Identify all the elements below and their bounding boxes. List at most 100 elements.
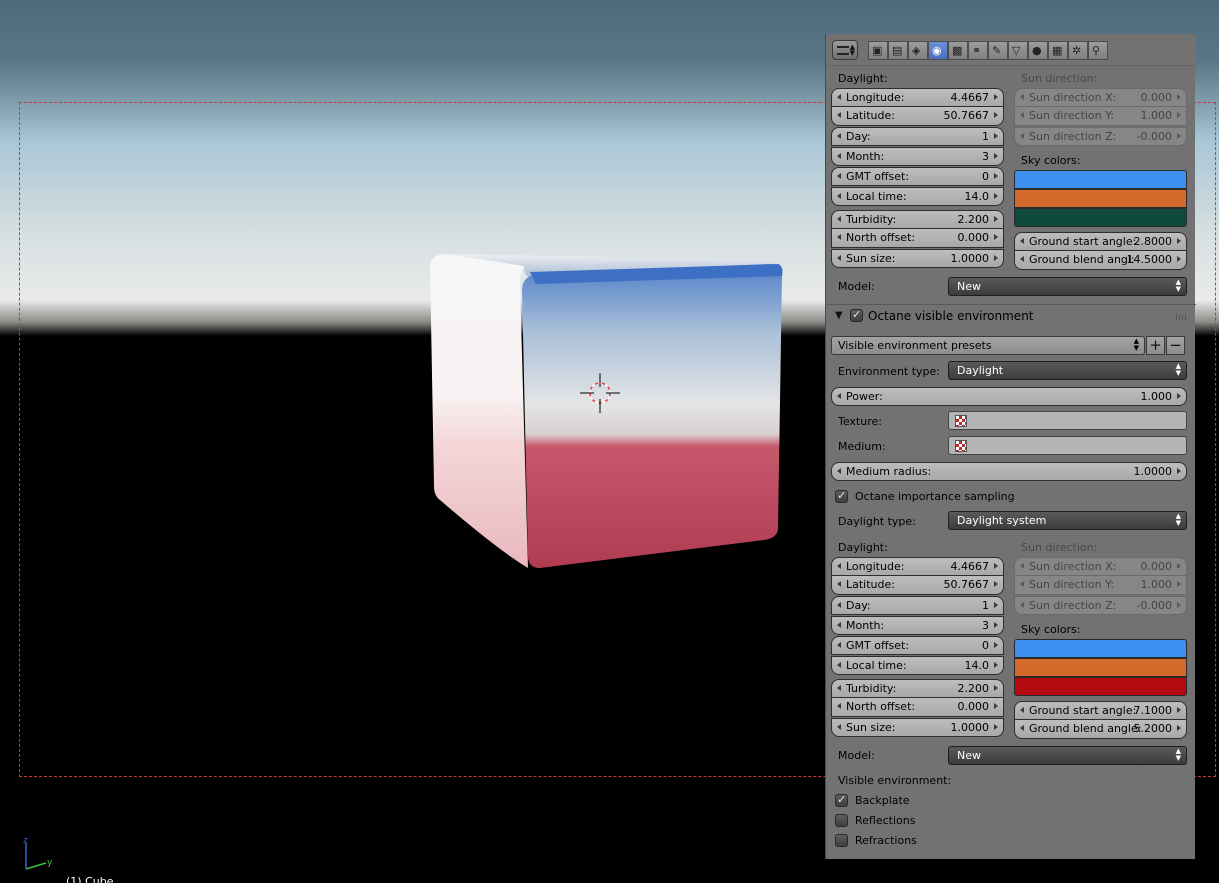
- longitude-field-2[interactable]: Longitude: 4.4667: [831, 557, 1004, 576]
- properties-tab-bar: ▲ ▼ ▣ ▤ ◈ ◉ ▩ ⚭ ✎ ▽ ● ▦ ✲ ⚲: [826, 34, 1196, 66]
- drag-handle-icon[interactable]: [1176, 315, 1188, 320]
- sky-color-swatch-4[interactable]: [1014, 639, 1187, 658]
- importance-sampling-label: Octane importance sampling: [855, 490, 1015, 503]
- ground-blend-angle-field-2[interactable]: Ground blend angle: 5.2000: [1014, 720, 1187, 739]
- world-tab-button[interactable]: ◉: [928, 41, 948, 60]
- add-preset-button[interactable]: +: [1146, 336, 1165, 355]
- refractions-label: Refractions: [855, 834, 917, 847]
- visible-environment-label: Visible environment:: [838, 774, 952, 787]
- environment-type-dropdown[interactable]: Daylight ▲ ▼: [948, 361, 1187, 380]
- latitude-field[interactable]: Latitude: 50.7667: [831, 107, 1004, 126]
- sun-direction-y-field-2[interactable]: Sun direction Y: 1.000: [1014, 576, 1187, 595]
- reflections-checkbox[interactable]: [835, 814, 848, 827]
- model-label-2: Model:: [838, 749, 875, 762]
- collapse-triangle-icon[interactable]: ▼: [835, 310, 843, 321]
- plus-icon: +: [1149, 336, 1162, 354]
- section-title: Octane visible environment: [868, 309, 1034, 323]
- texture-slot[interactable]: [948, 411, 1187, 430]
- medium-slot[interactable]: [948, 436, 1187, 455]
- remove-preset-button[interactable]: −: [1166, 336, 1185, 355]
- medium-radius-field[interactable]: Medium radius: 1.0000: [831, 462, 1187, 481]
- month-field-2[interactable]: Month: 3: [831, 616, 1004, 635]
- ground-start-angle-field-2[interactable]: Ground start angle: 7.1000: [1014, 701, 1187, 720]
- model-dropdown-2[interactable]: New ▲ ▼: [948, 746, 1187, 765]
- sun-direction-x-field[interactable]: Sun direction X: 0.000: [1014, 88, 1187, 107]
- chevron-updown-icon: ▲ ▼: [1175, 278, 1181, 293]
- reflections-label: Reflections: [855, 814, 916, 827]
- ground-start-angle-field[interactable]: Ground start angle: 2.8000: [1014, 232, 1187, 251]
- longitude-field[interactable]: Longitude: 4.4667: [831, 88, 1004, 107]
- constraints-tab-button[interactable]: ⚭: [968, 41, 988, 60]
- day-field-2[interactable]: Day: 1: [831, 596, 1004, 615]
- latitude-field-2[interactable]: Latitude: 50.7667: [831, 576, 1004, 595]
- particles-tab-button[interactable]: ✲: [1068, 41, 1088, 60]
- 3d-cursor-icon[interactable]: [580, 373, 620, 413]
- model-label: Model:: [838, 280, 875, 293]
- active-object-label: (1) Cube: [66, 875, 114, 883]
- visible-environment-presets-dropdown[interactable]: Visible environment presets ▲ ▼: [831, 336, 1145, 355]
- ground-blend-angle-field[interactable]: Ground blend angl: 14.5000: [1014, 251, 1187, 270]
- properties-panel: ▲ ▼ ▣ ▤ ◈ ◉ ▩ ⚭ ✎ ▽ ● ▦ ✲ ⚲ Daylight: Sun direction:…: [825, 34, 1196, 859]
- refractions-checkbox[interactable]: [835, 834, 848, 847]
- data-tab-button[interactable]: ▽: [1008, 41, 1028, 60]
- physics-tab-button[interactable]: ⚲: [1088, 41, 1108, 60]
- daylight-label: Daylight:: [838, 72, 888, 85]
- axis-y-label: y: [47, 858, 53, 868]
- texture-label: Texture:: [838, 415, 882, 428]
- scene-tab-icon: ◈: [912, 44, 921, 57]
- scene-tab-button[interactable]: ◈: [908, 41, 928, 60]
- object-tab-icon: ▩: [952, 44, 963, 57]
- daylight-type-dropdown[interactable]: Daylight system ▲ ▼: [948, 511, 1187, 530]
- local-time-field[interactable]: Local time: 14.0: [831, 187, 1004, 206]
- chevron-updown-icon: ▲ ▼: [1133, 337, 1139, 352]
- chevron-updown-icon: ▲ ▼: [1175, 512, 1181, 527]
- sky-color-swatch-1[interactable]: [1014, 170, 1187, 189]
- power-field[interactable]: Power: 1.000: [831, 387, 1187, 406]
- render-layers-tab-button[interactable]: ▤: [888, 41, 908, 60]
- sun-direction-label: Sun direction:: [1021, 72, 1098, 85]
- render-tab-button[interactable]: ▣: [868, 41, 888, 60]
- editor-type-button[interactable]: ▲ ▼: [832, 40, 858, 60]
- sun-size-field-2[interactable]: Sun size: 1.0000: [831, 718, 1004, 737]
- sun-direction-z-field-2[interactable]: Sun direction Z: -0.000: [1014, 596, 1187, 615]
- turbidity-field[interactable]: Turbidity: 2.200: [831, 210, 1004, 229]
- constraints-tab-icon: ⚭: [972, 44, 982, 57]
- texture-tab-button[interactable]: ▦: [1048, 41, 1068, 60]
- material-tab-icon: ●: [1032, 44, 1042, 57]
- local-time-field-2[interactable]: Local time: 14.0: [831, 656, 1004, 675]
- sky-color-swatch-2[interactable]: [1014, 189, 1187, 208]
- sun-direction-y-field[interactable]: Sun direction Y: 1.000: [1014, 107, 1187, 126]
- sky-color-swatch-5[interactable]: [1014, 658, 1187, 677]
- backplate-checkbox[interactable]: ✓: [835, 793, 848, 807]
- sky-colors-label: Sky colors:: [1021, 154, 1081, 167]
- month-field[interactable]: Month: 3: [831, 147, 1004, 166]
- sun-direction-z-field[interactable]: Sun direction Z: -0.000: [1014, 127, 1187, 146]
- modifiers-tab-button[interactable]: ✎: [988, 41, 1008, 60]
- visible-environment-enable-checkbox[interactable]: ✓: [850, 308, 863, 322]
- daylight-label-2: Daylight:: [838, 541, 888, 554]
- sun-direction-x-field-2[interactable]: Sun direction X: 0.000: [1014, 557, 1187, 576]
- octane-visible-environment-header[interactable]: ▼ ✓ Octane visible environment: [826, 304, 1196, 328]
- model-dropdown[interactable]: New ▲ ▼: [948, 277, 1187, 296]
- object-tab-button[interactable]: ▩: [948, 41, 968, 60]
- axis-z-label: z: [23, 836, 28, 846]
- north-offset-field[interactable]: North offset: 0.000: [831, 229, 1004, 248]
- importance-sampling-checkbox[interactable]: ✓: [835, 489, 848, 503]
- turbidity-field-2[interactable]: Turbidity: 2.200: [831, 679, 1004, 698]
- chevron-updown-icon: ▲ ▼: [1175, 747, 1181, 762]
- sky-color-swatch-6[interactable]: [1014, 677, 1187, 696]
- north-offset-field-2[interactable]: North offset: 0.000: [831, 698, 1004, 717]
- texture-checker-icon: [955, 440, 967, 452]
- day-field[interactable]: Day: 1: [831, 127, 1004, 146]
- backplate-label: Backplate: [855, 794, 910, 807]
- cube-left-face: [430, 254, 528, 568]
- cube-front-face: [522, 264, 782, 568]
- material-tab-button[interactable]: ●: [1028, 41, 1048, 60]
- environment-type-label: Environment type:: [838, 365, 941, 378]
- gmt-offset-field-2[interactable]: GMT offset: 0: [831, 636, 1004, 655]
- gmt-offset-field[interactable]: GMT offset: 0: [831, 167, 1004, 186]
- texture-checker-icon: [955, 415, 967, 427]
- particles-tab-icon: ✲: [1072, 44, 1082, 57]
- sky-color-swatch-3[interactable]: [1014, 208, 1187, 227]
- sun-size-field[interactable]: Sun size: 1.0000: [831, 249, 1004, 268]
